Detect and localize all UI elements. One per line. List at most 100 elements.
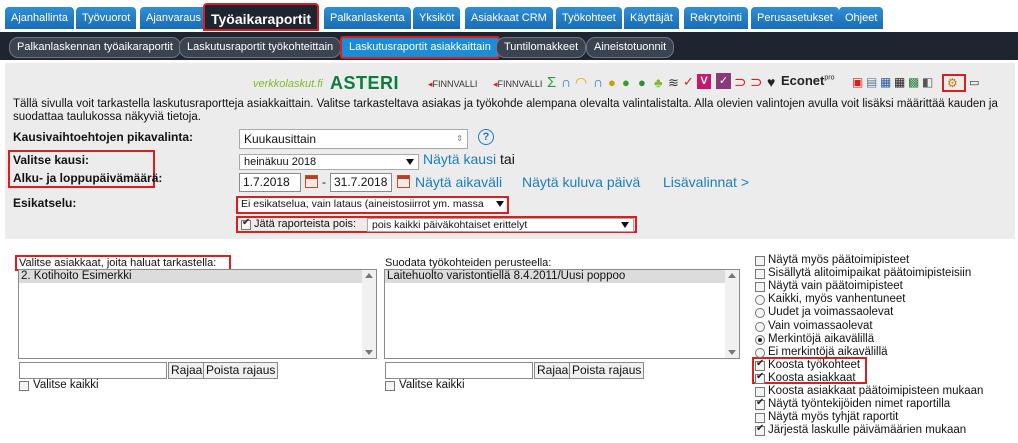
subtab-palkanlaskennan-tyoaikaraportit[interactable]: Palkanlaskennan työaikaraportit	[9, 37, 181, 58]
export-icon[interactable]: ◧	[922, 75, 933, 89]
option-label: Sisällytä alitoimipaikat päätoimipisteis…	[768, 267, 972, 280]
tab-kayttajat[interactable]: Käyttäjät	[624, 7, 679, 29]
customers-select-all-checkbox[interactable]	[19, 381, 29, 391]
scroll-down-icon[interactable]	[728, 350, 736, 355]
end-calendar-icon[interactable]	[397, 175, 410, 188]
tab-perusasetukset[interactable]: Perusasetukset	[751, 7, 839, 29]
customer-item[interactable]: 2. Kotihoito Esimerkki	[19, 270, 376, 283]
exclude-select[interactable]: pois kaikki päiväkohtaiset erittelyt	[367, 218, 634, 232]
sigma-icon[interactable]: Σ	[547, 74, 556, 91]
option-radio-5[interactable]	[755, 321, 765, 332]
tab-ajanhallinta[interactable]: Ajanhallinta	[5, 7, 74, 29]
tab-tyokohteet[interactable]: Työkohteet	[556, 7, 622, 29]
option-checkbox-13[interactable]	[755, 423, 765, 437]
customers-select-all-label: Valitse kaikki	[33, 379, 99, 391]
excel-icon[interactable]: ▩	[908, 75, 919, 89]
tab-ajanvaraus[interactable]: Ajanvaraus	[140, 7, 208, 29]
option-checkbox-11[interactable]	[755, 397, 765, 411]
tab-asiakkaat-crm[interactable]: Asiakkaat CRM	[465, 7, 553, 29]
note-icon[interactable]: ▭	[969, 76, 979, 89]
ring-icon[interactable]: ◠	[575, 74, 587, 91]
exclude-checkbox[interactable]	[241, 217, 251, 230]
option-label: Vain voimassaolevat	[768, 319, 873, 332]
option-label: Merkintöjä aikavälillä	[768, 332, 875, 345]
worksites-listbox[interactable]: Laitehuolto varistontiellä 8.4.2011/Uusi…	[384, 269, 740, 359]
tab-tyovuorot[interactable]: Työvuorot	[76, 7, 137, 29]
customers-filter-input[interactable]	[19, 362, 167, 379]
heart-logo-icon[interactable]: ♥	[767, 74, 775, 90]
chart-logo-icon[interactable]: ✓	[683, 74, 694, 90]
customers-filter-button[interactable]: Rajaa	[168, 362, 206, 379]
option-label: Kaikki, myös vanhentuneet	[768, 293, 906, 306]
worksites-select-all-checkbox[interactable]	[385, 381, 395, 391]
scroll-up-icon[interactable]	[365, 273, 373, 278]
customers-clear-button[interactable]: Poista rajaus	[203, 362, 279, 379]
option-radio-6[interactable]	[755, 334, 765, 345]
quick-period-select[interactable]: Kuukausittain ⇕	[239, 129, 468, 149]
settings-tool-icon[interactable]: ⚙	[947, 76, 958, 90]
tab-ohjeet[interactable]: Ohjeet	[839, 7, 884, 29]
option-radio-7[interactable]	[755, 347, 765, 358]
shield-logo-icon[interactable]: ✓	[716, 73, 731, 89]
pdf-icon[interactable]: ▣	[852, 75, 863, 89]
option-checkbox-1[interactable]	[755, 269, 765, 280]
tab-palkanlaskenta[interactable]: Palkanlaskenta	[324, 7, 411, 29]
printer-icon[interactable]: ▤	[866, 75, 877, 89]
option-label: Näytä myös tyhjät raportit	[768, 411, 899, 424]
tab-yksikot[interactable]: Yksiköt	[413, 7, 461, 29]
period-select[interactable]: heinäkuu 2018	[239, 154, 419, 170]
finnvalli-logo[interactable]: ◂FINNVALLI	[428, 79, 477, 90]
subtab-laskutusraportit-tyokohteittain[interactable]: Laskutusraportit työkohteittain	[179, 37, 342, 58]
sprout-icon[interactable]: ♣	[654, 75, 663, 90]
option-radio-4[interactable]	[755, 308, 765, 319]
help-icon[interactable]: ?	[478, 129, 494, 145]
worksites-scrollbar[interactable]	[725, 270, 739, 358]
option-checkbox-8[interactable]	[755, 358, 765, 371]
asteri-logo[interactable]: ASTERI	[330, 73, 399, 94]
end-date-input[interactable]: 31.7.2018	[330, 173, 392, 192]
customers-scrollbar[interactable]	[362, 270, 376, 358]
start-calendar-icon[interactable]	[305, 175, 318, 188]
worksites-filter-button[interactable]: Rajaa	[534, 362, 572, 379]
scroll-up-icon[interactable]	[728, 273, 736, 278]
show-period-link[interactable]: Näytä kausi tai	[423, 151, 515, 167]
subtab-laskutusraportit-asiakkaittain[interactable]: Laskutusraportit asiakkaittain	[340, 36, 500, 59]
option-label: Koosta asiakkaat	[768, 371, 856, 384]
option-radio-3[interactable]	[755, 295, 765, 306]
option-checkbox-2[interactable]	[755, 282, 765, 293]
tab-rekrytointi[interactable]: Rekrytointi	[684, 7, 748, 29]
arc-icon[interactable]: ∩	[593, 74, 603, 90]
verkkolaskut-logo[interactable]: verkkolaskut.fi	[253, 78, 323, 90]
econet-logo[interactable]: Econetpro	[781, 73, 834, 88]
quick-period-label: Kausivaihtoehtojen pikavalinta:	[13, 130, 194, 144]
show-current-day-link[interactable]: Näytä kuluva päivä	[522, 174, 640, 190]
worksites-filter-input[interactable]	[385, 362, 533, 379]
tab-tyoaikaraportit[interactable]: Työaikaraportit	[203, 3, 320, 31]
globe-icon[interactable]: ●	[638, 75, 646, 90]
customers-listbox[interactable]: 2. Kotihoito Esimerkki	[18, 269, 377, 359]
option-checkbox-12[interactable]	[755, 413, 765, 424]
worksites-clear-button[interactable]: Poista rajaus	[569, 362, 645, 379]
start-date-input[interactable]: 1.7.2018	[239, 173, 301, 192]
v-logo-icon[interactable]: V	[697, 74, 711, 89]
worksite-item[interactable]: Laitehuolto varistontiellä 8.4.2011/Uusi…	[385, 270, 739, 283]
leaf-icon[interactable]: ●	[622, 75, 630, 90]
option-checkbox-0[interactable]	[755, 256, 765, 266]
option-checkbox-9[interactable]	[755, 371, 765, 384]
arrow-logo-2-icon[interactable]: ⊃	[750, 73, 763, 91]
arrow-logo-icon[interactable]: ⊃	[734, 73, 747, 91]
option-checkbox-10[interactable]	[755, 387, 765, 397]
subtab-aineistotuonnit[interactable]: Aineistotuonnit	[586, 37, 675, 58]
coin-icon[interactable]: ●	[608, 75, 616, 90]
save-icon[interactable]: ▦	[880, 75, 891, 89]
show-range-link[interactable]: Näytä aikaväli	[415, 174, 502, 190]
subtab-tuntilomakkeet[interactable]: Tuntilomakkeet	[496, 37, 587, 58]
finnvalli-2-logo[interactable]: ◂FINNVALLI	[493, 79, 542, 90]
page-description: Tällä sivulla voit tarkastella laskutusr…	[13, 98, 998, 123]
table-icon[interactable]: ▦	[894, 75, 905, 89]
bird-icon[interactable]: ≋	[668, 75, 679, 91]
preview-select[interactable]: Ei esikatselua, vain lataus (aineistosii…	[239, 198, 506, 212]
more-options-link[interactable]: Lisävalinnat >	[663, 174, 749, 190]
scroll-down-icon[interactable]	[365, 350, 373, 355]
rainbow-icon[interactable]: ∩	[561, 74, 571, 90]
